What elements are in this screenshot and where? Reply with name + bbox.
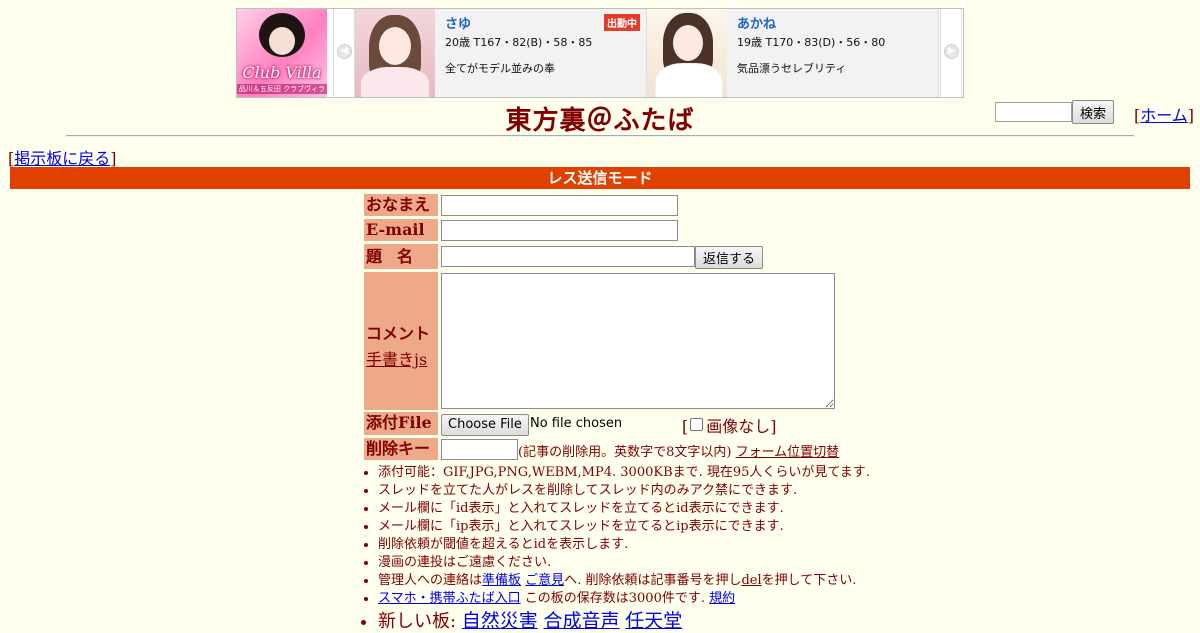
delete-key-label: 削除キー: [364, 438, 438, 460]
carousel-next-button[interactable]: ▶: [940, 9, 962, 97]
no-image-option[interactable]: [画像なし]: [682, 413, 777, 437]
ad-banner[interactable]: Club Villa 品川＆五反田 クラブヴィラ ◀ さゆ 20歳 T167・8…: [236, 8, 964, 98]
comment-label-text: コメント: [366, 324, 431, 343]
home-link[interactable]: ホーム: [1140, 106, 1188, 125]
delete-key-field[interactable]: [441, 439, 518, 460]
ad-card-stats: 19歳 T170・83(D)・56・80: [737, 36, 886, 49]
chevron-right-icon: ▶: [944, 44, 959, 59]
home-link-wrapper: [ホーム]: [1134, 106, 1195, 125]
carousel-prev-button[interactable]: ◀: [333, 9, 355, 97]
file-status-text: No file chosen: [530, 416, 623, 431]
file-label: 添付File: [364, 412, 438, 435]
board-link-natural-disaster[interactable]: 自然災害: [462, 610, 538, 632]
email-field[interactable]: [441, 220, 678, 241]
ad-card-name[interactable]: あかね: [737, 13, 934, 32]
terms-link[interactable]: 規約: [709, 591, 735, 606]
subject-label: 題名: [364, 244, 438, 269]
handwrite-js-link[interactable]: 手書きjs: [366, 346, 438, 370]
del-link[interactable]: del: [741, 573, 761, 588]
submit-reply-button[interactable]: 返信する: [695, 246, 764, 269]
ad-card-sayu[interactable]: さゆ 20歳 T167・82(B)・58・85 全てがモデル並みの奉 出勤中: [355, 9, 647, 97]
ad-card-desc: 気品漂うセレブリティ: [737, 62, 847, 75]
logo-brand-text: Club Villa: [242, 63, 322, 82]
logo-sub-text: 品川＆五反田 クラブヴィラ: [237, 84, 327, 94]
board-link-nintendo[interactable]: 任天堂: [625, 610, 682, 632]
list-item: スマホ・携帯ふたば入口 この板の保存数は3000件です. 規約: [378, 590, 870, 608]
back-link-wrapper: [掲示板に戻る]: [8, 149, 117, 168]
list-item: メール欄に「ip表示」と入れてスレッドを立てるとip表示にできます.: [378, 518, 870, 536]
feedback-link[interactable]: ご意見: [525, 573, 564, 588]
mobile-entrance-link[interactable]: スマホ・携帯ふたば入口: [378, 591, 521, 606]
no-image-label: 画像なし: [706, 417, 771, 436]
reply-mode-bar: レス送信モード: [10, 167, 1190, 189]
name-field[interactable]: [441, 195, 678, 216]
board-link-synth-voice[interactable]: 合成音声: [544, 610, 620, 632]
logo-portrait: [259, 13, 305, 57]
ad-card-akane[interactable]: あかね 19歳 T170・83(D)・56・80 気品漂うセレブリティ: [647, 9, 939, 97]
subject-field[interactable]: [441, 246, 695, 267]
back-to-board-link[interactable]: 掲示板に戻る: [14, 149, 110, 168]
ad-photo: [355, 9, 435, 97]
search-button[interactable]: 検索: [1072, 100, 1115, 124]
club-logo[interactable]: Club Villa 品川＆五反田 クラブヴィラ: [237, 9, 327, 97]
list-item: メール欄に「id表示」と入れてスレッドを立てるとid表示にできます.: [378, 500, 870, 518]
list-item: 漫画の連投はご遠慮ください.: [378, 554, 870, 572]
name-label: おなまえ: [364, 194, 438, 216]
ad-card-desc: 全てがモデル並みの奉: [445, 62, 555, 75]
choose-file-button[interactable]: Choose File: [441, 414, 529, 436]
comment-label: コメント 手書きjs: [364, 272, 438, 410]
ad-card-stats: 20歳 T167・82(B)・58・85: [445, 36, 593, 49]
list-item: 添付可能：GIF,JPG,PNG,WEBM,MP4. 3000KBまで. 現在9…: [378, 464, 870, 482]
delete-key-note: (記事の削除用。英数字で8文字以内) フォーム位置切替: [518, 445, 840, 460]
list-item: スレッドを立てた人がレスを削除してスレッド内のみアク禁にできます.: [378, 482, 870, 500]
on-duty-badge: 出勤中: [604, 14, 640, 31]
search-input[interactable]: [995, 102, 1072, 122]
email-label: E-mail: [364, 219, 438, 241]
divider: [66, 135, 1134, 137]
rules-list: 添付可能：GIF,JPG,PNG,WEBM,MP4. 3000KBまで. 現在9…: [362, 464, 870, 633]
ad-photo: [647, 9, 727, 97]
list-item: 管理人への連絡は準備板 ご意見へ. 削除依頼は記事番号を押しdelを押して下さい…: [378, 572, 870, 590]
comment-textarea[interactable]: [441, 273, 835, 409]
prep-board-link[interactable]: 準備板: [482, 573, 521, 588]
chevron-left-icon: ◀: [337, 44, 352, 59]
no-image-checkbox[interactable]: [690, 418, 704, 431]
form-position-toggle-link[interactable]: フォーム位置切替: [736, 445, 840, 460]
list-item: 削除依頼が閾値を超えるとidを表示します.: [378, 536, 870, 554]
